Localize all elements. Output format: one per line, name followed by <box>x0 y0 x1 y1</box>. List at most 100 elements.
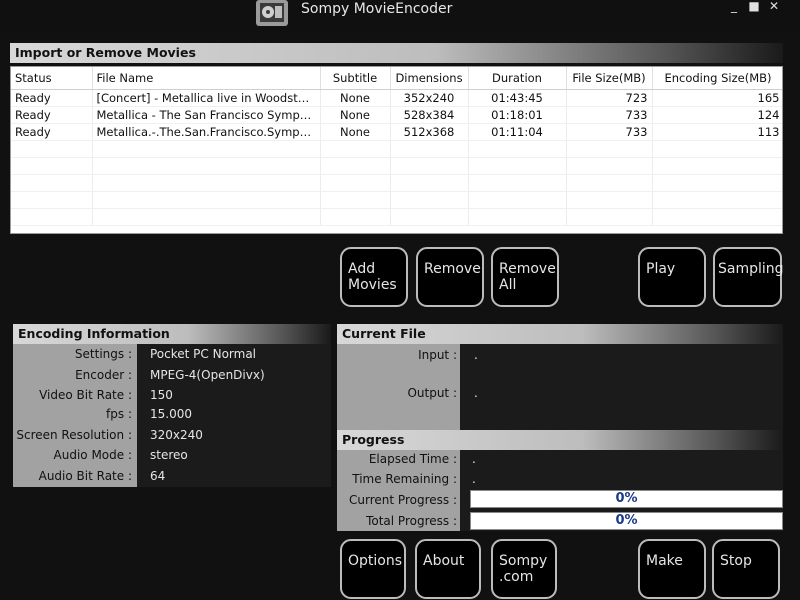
remove-all-label-line1: Remove <box>499 261 556 277</box>
sampling-label: Sampling <box>718 261 784 277</box>
stop-button[interactable]: Stop <box>712 539 780 599</box>
input-value: . <box>474 348 478 362</box>
cell-status: Ready <box>11 89 93 107</box>
remove-button[interactable]: Remove <box>416 247 484 307</box>
cell-encoding-size: 113 <box>652 123 782 141</box>
column-header-dimensions[interactable]: Dimensions <box>390 67 469 90</box>
import-section-header: Import or Remove Movies <box>10 43 783 63</box>
movie-table-grid: Status File Name Subtitle Dimensions Dur… <box>11 67 782 226</box>
progress-header: Progress <box>337 430 783 450</box>
cell-dimensions: 352x240 <box>390 89 469 107</box>
cell-file-size: 723 <box>566 89 653 107</box>
empty-row <box>11 140 782 158</box>
column-header-duration[interactable]: Duration <box>468 67 567 90</box>
options-label: Options <box>348 553 403 569</box>
video-bit-rate-label: Video Bit Rate : <box>39 388 132 402</box>
table-row[interactable]: Ready Metallica.-.The.San.Francisco.Symp… <box>11 123 782 141</box>
video-bit-rate-value: 150 <box>150 388 173 402</box>
encoder-value: MPEG-4(OpenDivx) <box>150 368 265 382</box>
empty-row <box>11 208 782 226</box>
cell-file-size: 733 <box>566 106 653 124</box>
cell-dimensions: 528x384 <box>390 106 469 124</box>
sampling-button[interactable]: Sampling <box>713 247 784 307</box>
empty-row <box>11 174 782 192</box>
settings-label: Settings : <box>74 347 132 361</box>
audio-bit-rate-value: 64 <box>150 469 166 483</box>
minimize-button[interactable]: _ <box>728 0 740 12</box>
current-file-header: Current File <box>337 324 783 344</box>
cell-encoding-size: 124 <box>652 106 782 124</box>
cell-subtitle: None <box>320 89 391 107</box>
fps-value: 15.000 <box>150 407 192 421</box>
encoder-label: Encoder : <box>75 368 132 382</box>
cell-duration: 01:18:01 <box>468 106 567 124</box>
about-label: About <box>423 553 465 569</box>
cell-status: Ready <box>11 106 93 124</box>
add-movies-label-line1: Add <box>348 261 376 277</box>
input-label: Input : <box>418 348 457 362</box>
column-header-status[interactable]: Status <box>11 67 93 90</box>
close-button[interactable]: ✕ <box>768 0 780 12</box>
audio-bit-rate-label: Audio Bit Rate : <box>38 469 132 483</box>
cell-file-size: 733 <box>566 123 653 141</box>
cell-subtitle: None <box>320 123 391 141</box>
total-progress-label: Total Progress : <box>366 514 457 528</box>
screen-resolution-value: 320x240 <box>150 428 203 442</box>
cell-duration: 01:43:45 <box>468 89 567 107</box>
total-progress-percent: 0% <box>615 513 638 528</box>
stop-label: Stop <box>720 553 752 569</box>
remove-all-button[interactable]: Remove All <box>491 247 559 307</box>
options-button[interactable]: Options <box>340 539 406 599</box>
cell-file-name: [Concert] - Metallica live in Woodsto… <box>92 89 321 107</box>
play-label: Play <box>646 261 676 277</box>
current-file-value-column <box>460 344 783 430</box>
column-header-file-name[interactable]: File Name <box>92 67 321 90</box>
table-row[interactable]: Ready Metallica - The San Francisco Symp… <box>11 106 782 124</box>
total-progress-bar: 0% <box>470 512 783 530</box>
play-button[interactable]: Play <box>638 247 706 307</box>
output-label: Output : <box>407 386 457 400</box>
current-progress-percent: 0% <box>615 491 638 506</box>
settings-value: Pocket PC Normal <box>150 347 257 361</box>
empty-row <box>11 157 782 175</box>
screen-resolution-label: Screen Resolution : <box>16 428 132 442</box>
movie-list-table[interactable]: Status File Name Subtitle Dimensions Dur… <box>10 66 783 234</box>
elapsed-time-label: Elapsed Time : <box>368 452 457 466</box>
empty-row <box>11 191 782 209</box>
output-value: . <box>474 386 478 400</box>
column-header-file-size[interactable]: File Size(MB) <box>566 67 653 90</box>
table-header-row: Status File Name Subtitle Dimensions Dur… <box>11 67 782 90</box>
column-header-subtitle[interactable]: Subtitle <box>320 67 391 90</box>
audio-mode-label: Audio Mode : <box>53 448 132 462</box>
window-title: Sompy MovieEncoder <box>301 1 453 17</box>
cell-dimensions: 512x368 <box>390 123 469 141</box>
make-button[interactable]: Make <box>638 539 706 599</box>
sompy-com-label-line2: .com <box>499 569 534 585</box>
column-header-encoding-size[interactable]: Encoding Size(MB) <box>652 67 782 90</box>
remove-all-label-line2: All <box>499 277 517 293</box>
about-button[interactable]: About <box>415 539 481 599</box>
sompy-com-label-line1: Sompy <box>499 553 548 569</box>
fps-label: fps : <box>106 407 132 421</box>
add-movies-label-line2: Movies <box>348 277 397 293</box>
table-row[interactable]: Ready [Concert] - Metallica live in Wood… <box>11 89 782 107</box>
encoding-info-header: Encoding Information <box>13 324 331 344</box>
cell-status: Ready <box>11 123 93 141</box>
current-progress-bar: 0% <box>470 490 783 508</box>
time-remaining-label: Time Remaining : <box>352 472 457 486</box>
add-movies-button[interactable]: Add Movies <box>340 247 408 307</box>
cell-duration: 01:11:04 <box>468 123 567 141</box>
cell-file-name: Metallica - The San Francisco Symph… <box>92 106 321 124</box>
time-remaining-value: . <box>472 472 476 486</box>
sompy-com-button[interactable]: Sompy .com <box>491 539 557 599</box>
audio-mode-value: stereo <box>150 448 188 462</box>
remove-label: Remove <box>424 261 481 277</box>
elapsed-time-value: . <box>472 452 476 466</box>
cell-subtitle: None <box>320 106 391 124</box>
cell-file-name: Metallica.-.The.San.Francisco.Symp… <box>92 123 321 141</box>
cell-encoding-size: 165 <box>652 89 782 107</box>
film-reel-icon <box>254 0 290 26</box>
current-progress-label: Current Progress : <box>349 493 457 507</box>
make-label: Make <box>646 553 683 569</box>
maximize-button[interactable]: ■ <box>748 0 760 12</box>
